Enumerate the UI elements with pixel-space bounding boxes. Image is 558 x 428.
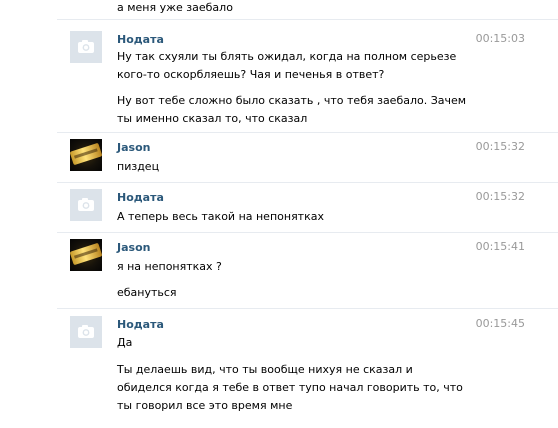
author-name[interactable]: Нодата — [117, 318, 164, 332]
message-separator — [57, 19, 558, 20]
avatar[interactable] — [70, 139, 102, 171]
message-timestamp[interactable]: 00:15:32 — [476, 190, 525, 204]
message-separator — [57, 308, 558, 309]
message-text: А теперь весь такой на непонятках — [117, 210, 324, 223]
message-text: Ты делаешь вид, что ты вообще нихуя не с… — [117, 363, 463, 412]
avatar[interactable] — [70, 316, 102, 348]
author-name[interactable]: Нодата — [117, 33, 164, 47]
message-timestamp[interactable]: 00:15:45 — [476, 317, 525, 331]
author-name[interactable]: Нодата — [117, 191, 164, 205]
message-text: ебануться — [117, 286, 177, 299]
camera-icon — [78, 325, 94, 338]
camera-icon — [78, 40, 94, 53]
message-timestamp[interactable]: 00:15:03 — [476, 32, 525, 46]
avatar-image — [70, 242, 102, 266]
message-separator — [57, 132, 558, 133]
message-text: Да — [117, 336, 133, 349]
avatar[interactable] — [70, 189, 102, 221]
message-timestamp[interactable]: 00:15:41 — [476, 240, 525, 254]
author-name[interactable]: Jason — [117, 141, 150, 155]
message-text: пиздец — [117, 160, 160, 173]
message-text: Ну вот тебе сложно было сказать , что те… — [117, 94, 467, 125]
message-text: я на непонятках ? — [117, 260, 222, 273]
avatar[interactable] — [70, 31, 102, 63]
message-text: Ну так схуяли ты блять ожидал, когда на … — [117, 50, 457, 81]
author-name[interactable]: Jason — [117, 241, 150, 255]
avatar-image — [70, 142, 102, 166]
message-separator — [57, 182, 558, 183]
avatar[interactable] — [70, 239, 102, 271]
message-separator — [57, 232, 558, 233]
camera-icon — [78, 198, 94, 211]
message-timestamp[interactable]: 00:15:32 — [476, 140, 525, 154]
message-text: а меня уже заебало — [117, 1, 233, 14]
